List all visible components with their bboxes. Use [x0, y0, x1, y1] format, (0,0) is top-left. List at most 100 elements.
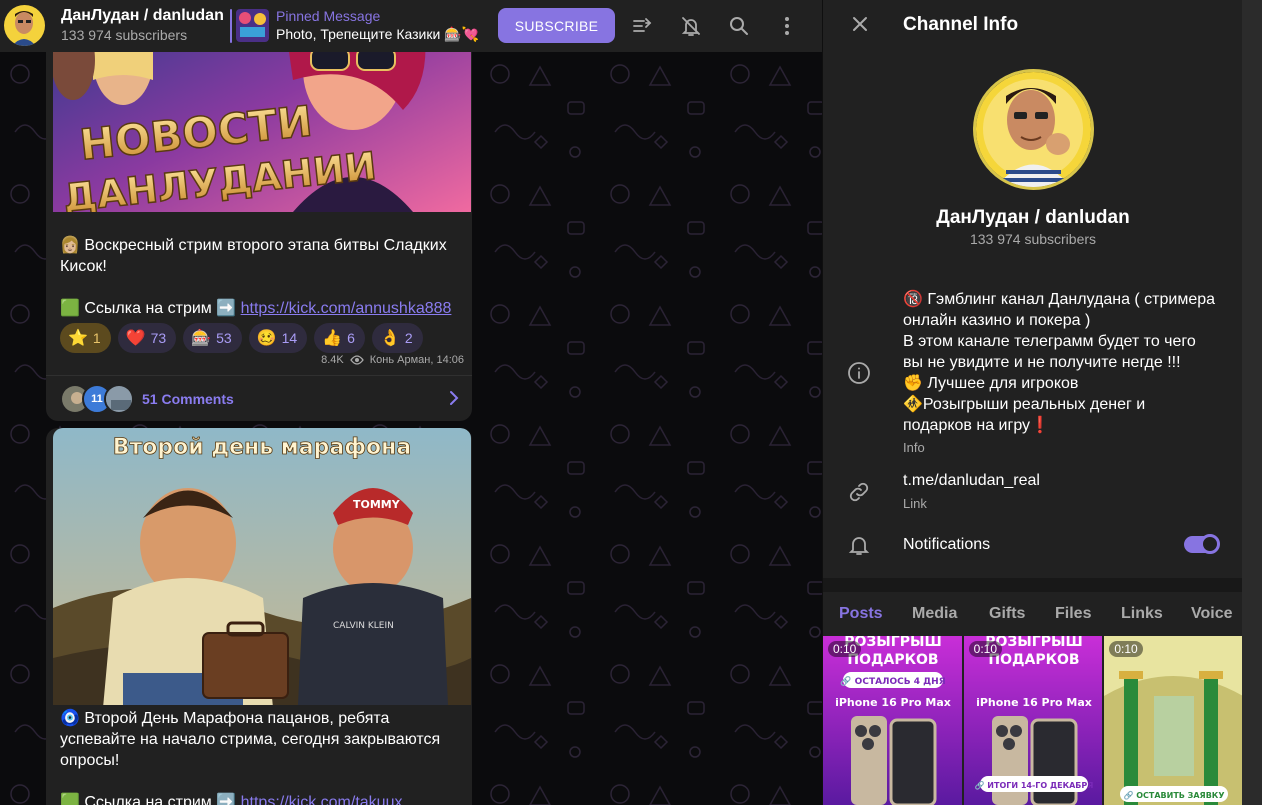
heart-icon: ❤️	[125, 330, 146, 347]
tab-voice[interactable]: Voice	[1191, 592, 1233, 636]
tab-files[interactable]: Files	[1055, 592, 1091, 636]
reaction-count: 14	[281, 330, 298, 346]
channel-subscribers: 133 974 subscribers	[61, 27, 188, 43]
tile-product: iPhone 16 Pro Max	[835, 696, 951, 709]
reaction-woozy[interactable]: 🥴 14	[248, 323, 308, 353]
profile-name: ДанЛудан / danludan	[936, 207, 1130, 228]
commenter-avatar	[104, 384, 134, 414]
comments-label: 51 Comments	[142, 391, 234, 407]
reaction-count: 73	[150, 330, 167, 346]
reaction-star[interactable]: ⭐ 1	[60, 323, 111, 353]
tile-badge: 🔗 ИТОГИ 14-ГО ДЕКАБРЯ	[974, 780, 1093, 790]
message-link-line: 🟩 Ссылка на стрим ➡️ https://kick.com/an…	[60, 298, 465, 319]
panel-title: Channel Info	[903, 14, 1019, 35]
subscribe-button[interactable]: SUBSCRIBE	[498, 8, 615, 43]
comments-button[interactable]: 11 51 Comments	[46, 375, 472, 421]
reaction-count: 53	[216, 330, 232, 346]
chat-area: ДанЛудан / danludan 133 974 subscribers …	[0, 0, 822, 805]
pinned-thumbnail[interactable]	[236, 9, 269, 42]
pinned-text[interactable]: Photo, Трепещите Казики 🎰💘	[276, 26, 479, 43]
description-line: ✊ Лучшее для игроков	[903, 375, 1079, 392]
boost-icon[interactable]	[630, 14, 654, 38]
link-prefix: 🟩 Ссылка на стрим ➡️	[60, 794, 237, 805]
pinned-indicator	[230, 9, 232, 43]
link-icon	[847, 480, 871, 504]
notifications-label: Notifications	[903, 536, 991, 553]
mute-icon[interactable]	[679, 14, 703, 38]
shirt-logo: CALVIN KLEIN	[333, 621, 394, 631]
description-line: В этом канале телеграмм будет то чего	[903, 333, 1196, 350]
tab-links[interactable]: Links	[1121, 592, 1163, 636]
message-text: 👩🏼 Воскресный стрим второго этапа битвы …	[60, 237, 447, 275]
message-link-line: 🟩 Ссылка на стрим ➡️ https://kick.com/ta…	[60, 792, 465, 805]
woozy-face-icon: 🥴	[256, 330, 277, 347]
message-text: 🧿 Второй День Марафона пацанов, ребята у…	[60, 710, 441, 769]
casino-chip-icon: 🎰	[191, 330, 212, 347]
reaction-count: 1	[92, 330, 101, 346]
ok-hand-icon: 👌	[379, 330, 400, 347]
channel-avatar[interactable]	[4, 5, 45, 46]
tab-gifts[interactable]: Gifts	[989, 592, 1025, 636]
info-label: Info	[903, 440, 925, 455]
channel-profile-photo[interactable]	[973, 69, 1094, 190]
reaction-heart[interactable]: ❤️ 73	[117, 323, 177, 353]
channel-title[interactable]: ДанЛудан / danludan	[61, 7, 224, 25]
chevron-right-icon	[450, 391, 459, 405]
toggle-knob	[1200, 534, 1220, 554]
video-duration: 0:10	[968, 641, 1003, 657]
media-tabs: Posts Media Gifts Files Links Voice	[823, 592, 1243, 636]
info-icon	[847, 361, 871, 385]
description-line: онлайн казино и покера )	[903, 312, 1091, 329]
tab-posts[interactable]: Posts	[839, 592, 883, 636]
view-count: 8.4K	[321, 354, 344, 366]
tile-headline: ПОДАРКОВ	[988, 652, 1079, 668]
image-caption: Второй день марафона	[113, 435, 411, 460]
chat-header: ДанЛудан / danludan 133 974 subscribers …	[0, 0, 822, 52]
notifications-toggle[interactable]	[1184, 534, 1220, 554]
message-meta: 8.4K Конь Арман, 14:06	[321, 354, 464, 366]
thumbs-up-icon: 👍	[322, 330, 343, 347]
search-icon[interactable]	[727, 14, 751, 38]
media-tile[interactable]: РОЗЫГРЫШ ПОДАРКОВ 🔗 ОСТАЛОСЬ 4 ДНЯ iPhon…	[823, 636, 962, 805]
section-divider	[823, 578, 1243, 592]
media-tile[interactable]: 🔗 ОСТАВИТЬ ЗАЯВКУ 0:10	[1104, 636, 1244, 805]
tile-badge: 🔗 ОСТАЛОСЬ 4 ДНЯ	[840, 675, 945, 687]
more-icon[interactable]	[775, 14, 799, 38]
message-bubble: НОВОСТИ ДАНЛУДАНИИ 👩🏼 Воскресный стрим в…	[46, 0, 472, 421]
message-photo[interactable]: TOMMY CALVIN KLEIN Второй день марафона	[53, 428, 471, 705]
media-grid: РОЗЫГРЫШ ПОДАРКОВ 🔗 ОСТАЛОСЬ 4 ДНЯ iPhon…	[823, 636, 1244, 805]
eye-icon	[349, 355, 364, 365]
channel-link[interactable]: t.me/danludan_real	[903, 472, 1040, 490]
window-scrollbar[interactable]	[1242, 0, 1262, 805]
link-label: Link	[903, 496, 927, 511]
tile-product: iPhone 16 Pro Max	[976, 696, 1092, 709]
tab-media[interactable]: Media	[912, 592, 957, 636]
stream-link[interactable]: https://kick.com/takuux	[241, 794, 403, 805]
message-bubble: TOMMY CALVIN KLEIN Второй день марафона …	[46, 428, 472, 805]
description-line: подарков на игру❗	[903, 417, 1050, 434]
cap-logo: TOMMY	[353, 498, 401, 511]
tile-headline: ПОДАРКОВ	[847, 652, 938, 668]
reaction-count: 2	[404, 330, 413, 346]
description-line: 🚸Розыгрыши реальных денег и	[903, 396, 1146, 413]
star-icon: ⭐	[68, 330, 88, 347]
stream-link[interactable]: https://kick.com/annushka888	[241, 300, 452, 317]
reaction-ok-hand[interactable]: 👌 2	[371, 323, 423, 353]
reaction-count: 6	[347, 330, 355, 346]
bell-icon	[847, 533, 871, 557]
tile-badge: 🔗 ОСТАВИТЬ ЗАЯВКУ	[1124, 790, 1225, 800]
description-line: 🔞 Гэмблинг канал Данлудана ( стримера	[903, 291, 1216, 308]
description-line: вы не увидите и не получите негде !!!	[903, 354, 1181, 371]
video-duration: 0:10	[828, 641, 862, 657]
channel-info-panel: Channel Info ДанЛудан / danludan 133 974…	[822, 0, 1244, 805]
media-tile[interactable]: РОЗЫГРЫШ ПОДАРКОВ iPhone 16 Pro Max 🔗 ИТ…	[963, 636, 1103, 805]
reaction-casino[interactable]: 🎰 53	[183, 323, 242, 353]
video-duration: 0:10	[1109, 641, 1143, 657]
reactions-bar: ⭐ 1 ❤️ 73 🎰 53 🥴 14 👍 6 👌 2	[60, 323, 423, 353]
profile-subscribers: 133 974 subscribers	[969, 231, 1097, 247]
pinned-title[interactable]: Pinned Message	[276, 8, 380, 24]
close-icon[interactable]	[849, 13, 871, 35]
reaction-thumbs-up[interactable]: 👍 6	[314, 323, 365, 353]
author-time: Конь Арман, 14:06	[369, 354, 464, 366]
channel-description: 🔞 Гэмблинг канал Данлудана ( стримера он…	[903, 289, 1223, 436]
